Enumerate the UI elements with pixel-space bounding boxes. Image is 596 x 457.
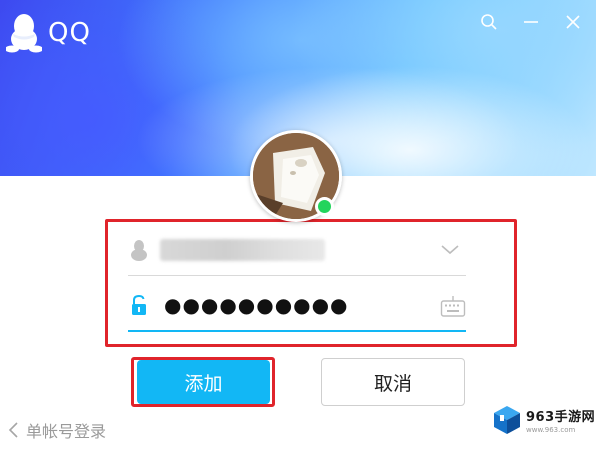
unlock-icon [132,294,146,315]
watermark-url: www.963.com [526,426,576,434]
account-field[interactable]: •••••••••••• [128,224,466,276]
chevron-left-icon [8,422,18,438]
minimize-icon [524,21,538,23]
search-icon [481,14,497,30]
cube-logo-icon [494,406,520,434]
back-link-label: 单帐号登录 [26,422,107,441]
account-field-icon [128,238,150,262]
site-watermark: 963手游网 www.963.com [492,404,595,436]
password-field-icon [128,293,150,317]
watermark-brand: 963手游网 [526,410,596,425]
window-controls [472,8,590,36]
minimize-button[interactable] [514,8,548,36]
keyboard-icon[interactable] [440,294,466,318]
qq-penguin-icon [6,14,42,53]
account-input[interactable]: •••••••••••• [160,238,325,261]
close-button[interactable] [556,8,590,36]
search-button[interactable] [472,8,506,36]
close-icon [566,15,580,29]
cancel-button[interactable]: 取消 [321,358,465,406]
single-account-login-link[interactable]: 单帐号登录 [6,418,106,442]
chevron-down-icon[interactable] [438,238,462,262]
user-icon [131,239,147,261]
online-status-badge [315,197,334,216]
password-input[interactable]: ●●●●●●●●●● [164,295,349,315]
password-field[interactable]: ●●●●●●●●●● [128,280,466,332]
app-title: QQ [48,18,91,48]
app-logo: QQ [6,12,91,54]
add-button[interactable]: 添加 [137,360,270,404]
